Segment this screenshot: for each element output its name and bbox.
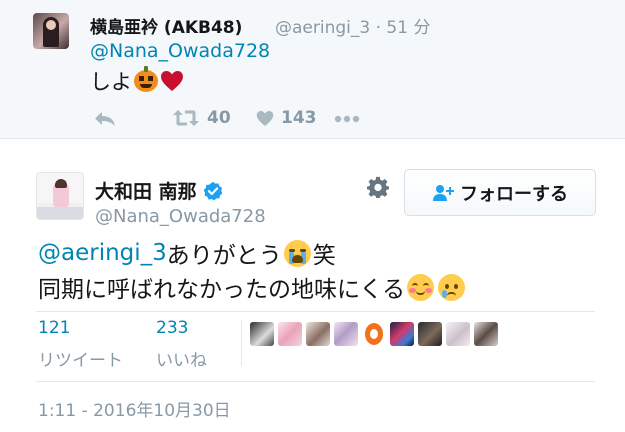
reply-tweet: 横島亜衿 (AKB48) @aeringi_3 · 51 分 @Nana_Owa… xyxy=(0,0,625,139)
author-name-text: 大和田 南那 xyxy=(95,181,197,203)
follow-button[interactable]: フォローする xyxy=(404,169,596,216)
liker-avatar[interactable] xyxy=(306,322,330,346)
gear-icon[interactable] xyxy=(367,176,389,198)
avatar-hair xyxy=(55,179,67,188)
tweet-text-line-1: @aeringi_3 ありがとう 笑 xyxy=(38,236,336,270)
retweets-count: 121 xyxy=(38,318,71,338)
reply-actions: 40 143 xyxy=(90,106,360,132)
reply-author-name[interactable]: 横島亜衿 (AKB48) xyxy=(90,13,242,38)
liker-avatar[interactable] xyxy=(362,322,386,346)
retweet-icon xyxy=(173,110,199,126)
follow-user-icon xyxy=(433,184,454,201)
verified-badge-icon xyxy=(203,181,223,200)
tweet-text-segment: ありがとう xyxy=(166,243,282,269)
avatar[interactable] xyxy=(33,13,69,49)
tweet-text-line-2: 同期に呼ばれなかったの地味にくる xyxy=(38,270,467,304)
liker-avatar[interactable] xyxy=(418,322,442,346)
heart-icon xyxy=(256,110,274,126)
reply-text-content: しよ xyxy=(90,70,132,94)
main-author-name[interactable]: 大和田 南那 xyxy=(95,177,223,204)
divider xyxy=(36,311,595,312)
red-heart-emoji xyxy=(161,71,183,91)
likes-label: いいね xyxy=(156,351,207,371)
likers-avatars xyxy=(250,322,502,346)
reply-mention-link[interactable]: @Nana_Owada728 xyxy=(90,40,270,62)
main-author-handle[interactable]: @Nana_Owada728 xyxy=(95,206,266,227)
follow-button-label: フォローする xyxy=(460,183,568,205)
likes-count: 233 xyxy=(156,318,189,338)
liker-avatar[interactable] xyxy=(278,322,302,346)
liker-avatar[interactable] xyxy=(474,322,498,346)
tweet-text-segment: 同期に呼ばれなかったの地味にくる xyxy=(38,277,406,303)
like-count: 143 xyxy=(281,108,317,128)
reply-icon[interactable] xyxy=(93,109,117,129)
crying-face-emoji xyxy=(438,273,466,301)
liker-avatar[interactable] xyxy=(250,322,274,346)
pumpkin-emoji xyxy=(134,66,158,92)
retweets-stat[interactable]: 121 リツイート xyxy=(38,318,123,371)
retweets-label: リツイート xyxy=(38,351,123,371)
like-action[interactable]: 143 xyxy=(256,108,317,128)
reply-text: しよ xyxy=(90,66,184,96)
tweet-mention-link[interactable]: @aeringi_3 xyxy=(38,240,167,266)
loudly-crying-face-emoji xyxy=(283,239,311,267)
tweet-text-segment: 笑 xyxy=(312,243,336,269)
liker-avatar[interactable] xyxy=(334,322,358,346)
avatar-floor xyxy=(37,207,83,219)
liker-avatar[interactable] xyxy=(446,322,470,346)
likes-stat[interactable]: 233 いいね xyxy=(156,318,207,371)
more-icon[interactable] xyxy=(334,110,360,128)
avatar-face xyxy=(46,20,56,30)
avatar[interactable] xyxy=(36,172,84,220)
reply-author-handle[interactable]: @aeringi_3 · 51 分 xyxy=(275,13,430,38)
liker-avatar[interactable] xyxy=(390,322,414,346)
divider xyxy=(36,381,595,382)
tweet-timestamp[interactable]: 1:11 - 2016年10月30日 xyxy=(38,396,231,421)
stats-separator xyxy=(241,320,242,366)
retweet-action[interactable]: 40 xyxy=(172,108,231,128)
smiling-blush-face-emoji xyxy=(407,273,435,301)
retweet-count: 40 xyxy=(207,108,231,128)
